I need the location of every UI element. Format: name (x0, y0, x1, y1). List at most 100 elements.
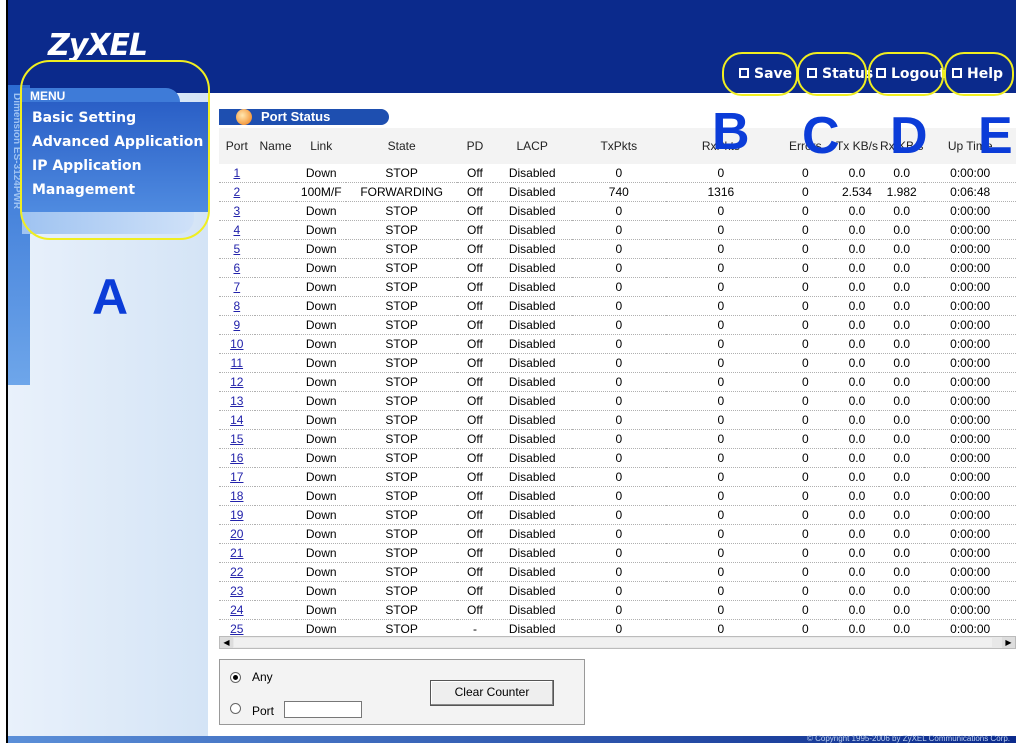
port-radio[interactable] (230, 703, 241, 714)
cell-port[interactable]: 9 (219, 315, 255, 335)
menu-item-basic-setting[interactable]: Basic Setting (32, 110, 136, 126)
cell-port[interactable]: 22 (219, 562, 255, 582)
cell-port[interactable]: 11 (219, 353, 255, 373)
cell-lacp: Disabled (492, 164, 572, 183)
cell-port[interactable]: 10 (219, 334, 255, 354)
cell-state: STOP (346, 315, 458, 335)
cell-port[interactable]: 17 (219, 467, 255, 487)
cell-state: STOP (346, 239, 458, 259)
port-link[interactable]: 7 (233, 280, 240, 294)
any-radio[interactable] (230, 672, 241, 683)
menu-item-advanced-application[interactable]: Advanced Application (32, 134, 203, 150)
cell-uptime: 0:00:00 (924, 258, 1016, 278)
port-link[interactable]: 20 (230, 527, 243, 541)
port-link[interactable]: 10 (230, 337, 243, 351)
port-link[interactable]: 22 (230, 565, 243, 579)
cell-rxpkts: 0 (665, 277, 776, 297)
cell-port[interactable]: 20 (219, 524, 255, 544)
table-row: 8 Down STOP Off Disabled 0 0 0 0.0 0.0 0:00:00 (219, 296, 1016, 316)
port-link[interactable]: 18 (230, 489, 243, 503)
cell-name (254, 467, 297, 487)
port-link[interactable]: 12 (230, 375, 243, 389)
cell-txpkts: 0 (571, 277, 666, 297)
cell-link: Down (296, 239, 347, 259)
cell-lacp: Disabled (492, 505, 572, 525)
cell-rx-kbs: 0.0 (878, 391, 925, 411)
port-link[interactable]: 16 (230, 451, 243, 465)
port-link[interactable]: 9 (233, 318, 240, 332)
cell-errors: 0 (775, 505, 835, 525)
cell-port[interactable]: 7 (219, 277, 255, 297)
cell-rxpkts: 0 (665, 220, 776, 240)
clear-counter-button[interactable]: Clear Counter (430, 680, 554, 706)
cell-uptime: 0:00:00 (924, 486, 1016, 506)
cell-port[interactable]: 19 (219, 505, 255, 525)
cell-uptime: 0:00:00 (924, 296, 1016, 316)
port-link[interactable]: 19 (230, 508, 243, 522)
cell-port[interactable]: 5 (219, 239, 255, 259)
scroll-right-icon[interactable]: ▶ (1002, 637, 1015, 648)
cell-port[interactable]: 24 (219, 600, 255, 620)
help-button[interactable]: Help (951, 64, 1003, 84)
port-link[interactable]: 4 (233, 223, 240, 237)
port-link[interactable]: 3 (233, 204, 240, 218)
cell-name (254, 258, 297, 278)
cell-port[interactable]: 14 (219, 410, 255, 430)
horizontal-scrollbar[interactable]: ◀ ▶ (219, 636, 1016, 649)
cell-state: STOP (346, 600, 458, 620)
port-link[interactable]: 11 (231, 356, 243, 370)
cell-port[interactable]: 6 (219, 258, 255, 278)
port-link[interactable]: 1 (233, 166, 240, 180)
cell-port[interactable]: 15 (219, 429, 255, 449)
callout-e: E (978, 107, 1013, 165)
cell-link: Down (296, 372, 347, 392)
scroll-left-icon[interactable]: ◀ (220, 637, 233, 648)
cell-state: STOP (346, 220, 458, 240)
cell-port[interactable]: 13 (219, 391, 255, 411)
cell-errors: 0 (775, 619, 835, 636)
port-label: Port (252, 704, 275, 718)
port-link[interactable]: 23 (230, 584, 243, 598)
cell-port[interactable]: 16 (219, 448, 255, 468)
save-button[interactable]: Save (738, 64, 792, 84)
port-link[interactable]: 6 (233, 261, 240, 275)
cell-uptime: 0:00:00 (924, 543, 1016, 563)
cell-txpkts: 0 (571, 448, 666, 468)
cell-port[interactable]: 8 (219, 296, 255, 316)
port-link[interactable]: 13 (230, 394, 243, 408)
cell-port[interactable]: 4 (219, 220, 255, 240)
cell-uptime: 0:00:00 (924, 467, 1016, 487)
menu-item-ip-application[interactable]: IP Application (32, 158, 142, 174)
port-link[interactable]: 17 (230, 470, 243, 484)
scroll-thumb[interactable] (234, 638, 992, 647)
port-link[interactable]: 2 (233, 185, 240, 199)
cell-txpkts: 0 (571, 581, 666, 601)
cell-port[interactable]: 21 (219, 543, 255, 563)
port-link[interactable]: 24 (230, 603, 243, 617)
cell-port[interactable]: 18 (219, 486, 255, 506)
port-link[interactable]: 25 (230, 622, 243, 636)
cell-port[interactable]: 2 (219, 182, 255, 202)
port-link[interactable]: 8 (233, 299, 240, 313)
port-link[interactable]: 21 (230, 546, 243, 560)
cell-tx-kbs: 0.0 (834, 543, 879, 563)
cell-port[interactable]: 12 (219, 372, 255, 392)
cell-port[interactable]: 25 (219, 619, 255, 636)
cell-rxpkts: 0 (665, 353, 776, 373)
port-link[interactable]: 5 (233, 242, 240, 256)
menu-item-management[interactable]: Management (32, 182, 135, 198)
cell-port[interactable]: 3 (219, 201, 255, 221)
cell-port[interactable]: 23 (219, 581, 255, 601)
port-input[interactable] (284, 701, 362, 718)
cell-port[interactable]: 1 (219, 164, 255, 183)
cell-errors: 0 (775, 562, 835, 582)
cell-state: STOP (346, 296, 458, 316)
table-body: 1 Down STOP Off Disabled 0 0 0 0.0 0.0 0:00:00 2 100… (219, 164, 1016, 636)
cell-pd: - (457, 619, 493, 636)
port-link[interactable]: 15 (230, 432, 243, 446)
port-link[interactable]: 14 (230, 413, 243, 427)
logout-button[interactable]: Logout (875, 64, 946, 84)
cell-uptime: 0:00:00 (924, 334, 1016, 354)
cell-pd: Off (457, 239, 493, 259)
status-button[interactable]: Status (806, 64, 873, 84)
